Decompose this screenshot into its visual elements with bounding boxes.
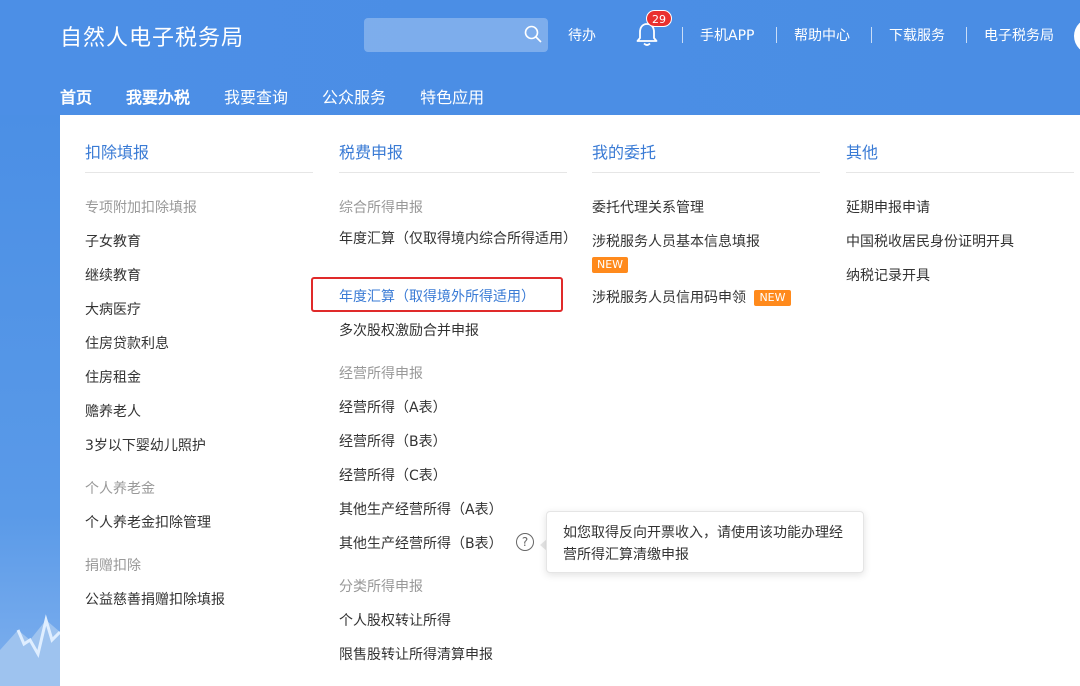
main-nav: 首页 我要办税 我要查询 公众服务 特色应用 xyxy=(60,84,518,108)
deduction-title[interactable]: 扣除填报 xyxy=(85,139,149,163)
tab-query[interactable]: 我要查询 xyxy=(224,84,288,108)
mobile-app-link[interactable]: 手机APP xyxy=(700,25,754,45)
menu-item[interactable]: 涉税服务人员信用码申领 NEW xyxy=(592,287,791,307)
menu-item[interactable]: 个人股权转让所得 xyxy=(339,610,451,630)
menu-item[interactable]: 公益慈善捐赠扣除填报 xyxy=(85,589,225,609)
divider xyxy=(85,172,313,173)
tab-special-apps[interactable]: 特色应用 xyxy=(420,84,484,108)
tab-public-service[interactable]: 公众服务 xyxy=(322,84,386,108)
menu-item[interactable]: 委托代理关系管理 xyxy=(592,197,704,217)
search-icon[interactable] xyxy=(523,24,543,44)
tab-home[interactable]: 首页 xyxy=(60,84,92,108)
menu-item[interactable]: 延期申报申请 xyxy=(846,197,930,217)
menu-item[interactable]: 经营所得（C表） xyxy=(339,465,447,485)
menu-item[interactable]: 赡养老人 xyxy=(85,401,141,421)
menu-item[interactable]: 纳税记录开具 xyxy=(846,265,930,285)
nav-divider xyxy=(682,27,683,43)
group-label: 个人养老金 xyxy=(85,481,155,497)
declaration-title[interactable]: 税费申报 xyxy=(339,139,403,163)
notification-badge: 29 xyxy=(646,10,672,27)
menu-item-label: 涉税服务人员信用码申领 xyxy=(592,290,746,306)
menu-item[interactable]: 其他生产经营所得（B表） xyxy=(339,533,503,553)
search-input[interactable] xyxy=(364,18,548,52)
menu-item[interactable]: 住房租金 xyxy=(85,367,141,387)
menu-item[interactable]: 住房贷款利息 xyxy=(85,333,169,353)
menu-item[interactable]: 其他生产经营所得（A表） xyxy=(339,499,503,519)
other-title[interactable]: 其他 xyxy=(846,139,878,163)
group-label: 分类所得申报 xyxy=(339,579,423,595)
group-label: 经营所得申报 xyxy=(339,366,423,382)
help-center-link[interactable]: 帮助中心 xyxy=(794,25,850,45)
menu-item[interactable]: 年度汇算（仅取得境内综合所得适用） xyxy=(339,229,577,250)
etax-link[interactable]: 电子税务局 xyxy=(984,25,1054,45)
menu-item[interactable]: 经营所得（A表） xyxy=(339,397,447,417)
divider xyxy=(339,172,567,173)
help-question-icon[interactable]: ? xyxy=(516,533,534,551)
menu-item[interactable]: 涉税服务人员基本信息填报 xyxy=(592,231,760,251)
topnav-help-wrap: 帮助中心 xyxy=(794,24,850,46)
menu-item[interactable]: 中国税收居民身份证明开具 xyxy=(846,231,1014,251)
site-title[interactable]: 自然人电子税务局 xyxy=(60,20,244,52)
menu-item[interactable]: 限售股转让所得清算申报 xyxy=(339,644,493,664)
menu-item[interactable]: 3岁以下婴幼儿照护 xyxy=(85,435,206,455)
topnav-todo[interactable]: 待办 xyxy=(568,24,596,46)
group-label: 综合所得申报 xyxy=(339,200,423,216)
group-label: 捐赠扣除 xyxy=(85,558,141,574)
mountain-image xyxy=(0,614,60,686)
nav-divider xyxy=(966,27,967,43)
topnav-download-wrap: 下载服务 xyxy=(889,24,945,46)
divider xyxy=(846,172,1074,173)
menu-item[interactable]: 大病医疗 xyxy=(85,299,141,319)
delegation-title[interactable]: 我的委托 xyxy=(592,139,656,163)
menu-item[interactable]: 继续教育 xyxy=(85,265,141,285)
group-label: 专项附加扣除填报 xyxy=(85,200,197,216)
avatar[interactable] xyxy=(1074,18,1080,54)
todo-link[interactable]: 待办 xyxy=(568,25,596,45)
divider xyxy=(592,172,820,173)
topnav-etax-wrap: 电子税务局 xyxy=(984,24,1054,46)
background-strip xyxy=(0,115,60,686)
download-link[interactable]: 下载服务 xyxy=(889,25,945,45)
nav-divider xyxy=(776,27,777,43)
top-header: 自然人电子税务局 待办 29 手机APP 帮助中心 下载服务 电子税务局 首页 … xyxy=(0,0,1080,115)
new-tag: NEW xyxy=(592,256,629,273)
menu-item[interactable]: 多次股权激励合并申报 xyxy=(339,320,479,340)
topnav-app-wrap: 手机APP xyxy=(700,24,754,46)
menu-item[interactable]: 个人养老金扣除管理 xyxy=(85,512,211,532)
new-badge: NEW xyxy=(592,254,629,273)
help-tooltip: 如您取得反向开票收入，请使用该功能办理经营所得汇算清缴申报 xyxy=(546,511,864,573)
menu-item[interactable]: 经营所得（B表） xyxy=(339,431,447,451)
nav-divider xyxy=(871,27,872,43)
menu-item[interactable]: 子女教育 xyxy=(85,231,141,251)
tax-menu-dropdown: 扣除填报 专项附加扣除填报 子女教育 继续教育 大病医疗 住房贷款利息 住房租金… xyxy=(60,115,1080,686)
tab-tax-handling[interactable]: 我要办税 xyxy=(126,84,190,108)
new-tag: NEW xyxy=(754,290,791,306)
menu-item-active[interactable]: 年度汇算（取得境外所得适用） xyxy=(339,286,535,306)
